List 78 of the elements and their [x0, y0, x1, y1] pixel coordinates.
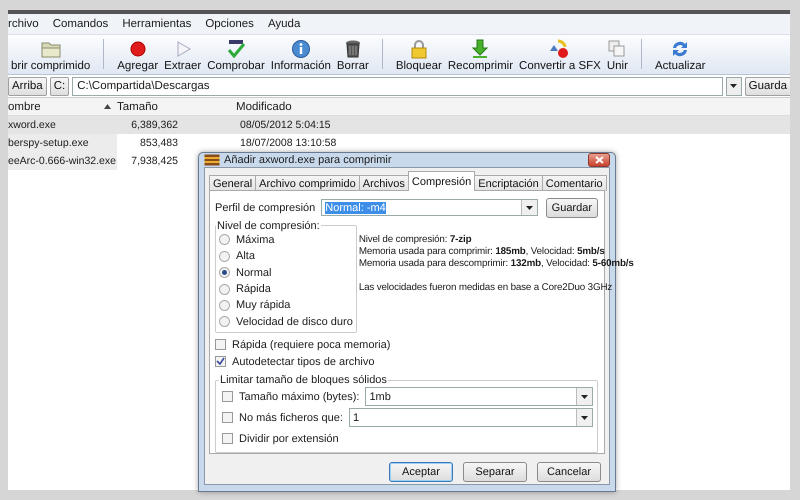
check-icon — [216, 357, 225, 366]
download-icon — [470, 39, 490, 59]
record-icon — [128, 39, 148, 59]
checkbox-option[interactable]: No más ficheros que: — [222, 409, 343, 426]
dialog-title: Añadir axword.exe para comprimir — [224, 154, 393, 166]
menu-item[interactable]: Ayuda — [268, 18, 308, 30]
caret-icon — [581, 394, 588, 398]
shapes-icon — [548, 39, 571, 59]
toolbar-button[interactable]: Agregar — [114, 39, 162, 72]
menu-item[interactable]: rchivo — [8, 18, 47, 30]
menu-item[interactable]: Opciones — [205, 18, 262, 30]
column-header[interactable]: Tamaño — [117, 100, 158, 112]
save-button[interactable]: Guardar — [546, 198, 598, 218]
value-dropdown[interactable]: 1 — [348, 408, 593, 427]
caret-icon — [581, 416, 588, 420]
tab[interactable]: General — [209, 175, 256, 191]
radio-option[interactable]: Máxima — [219, 232, 353, 248]
toolbar-button[interactable]: Recomprimir — [444, 39, 516, 72]
file-date: 18/07/2008 13:10:58 — [240, 137, 336, 149]
toolbar-button[interactable]: Bloquear — [392, 39, 445, 72]
checkbox-option[interactable]: Rápida (requiere poca memoria) — [215, 336, 598, 353]
info-text: Nivel de compresión: 7-zip — [358, 234, 472, 246]
tab[interactable]: Encriptación — [474, 175, 543, 191]
padlock-icon — [408, 39, 429, 59]
save-button[interactable]: Guarda — [744, 76, 790, 96]
info-text: Memoria usada para comprimir: 185mb, Velocidad: 5mb/s — [358, 246, 606, 258]
path-field[interactable]: C:\Compartida\Descargas — [72, 76, 723, 96]
file-date: 08/05/2012 5:04:15 — [240, 119, 331, 131]
caret-icon — [730, 84, 738, 88]
column-header[interactable]: Modificado — [236, 100, 292, 112]
dialog-button[interactable]: Cancelar — [537, 462, 601, 482]
file-row[interactable]: xword.exe 6,389,362 08/05/2012 5:04:15 — [8, 116, 790, 134]
close-button[interactable] — [588, 153, 610, 167]
file-name: xword.exe — [8, 119, 56, 131]
toolbar-button[interactable]: brir comprimido — [8, 39, 94, 72]
checkbox-option[interactable]: Dividir por extensión — [222, 430, 339, 447]
checkbox-option[interactable]: Autodetectar tipos de archivo — [215, 353, 598, 370]
radio-option[interactable]: Velocidad de disco duro — [219, 314, 353, 330]
toolbar-button[interactable]: Borrar — [334, 39, 372, 72]
file-name: eeArc-0.666-win32.exe — [8, 155, 116, 167]
up-button[interactable]: Arriba — [8, 76, 47, 96]
radio-option[interactable]: Alta — [219, 248, 353, 264]
radio-option[interactable]: Rápida — [219, 280, 353, 298]
field-label: Perfil de compresión — [215, 202, 316, 214]
group-title: Limitar tamaño de bloques sólidos — [219, 374, 388, 386]
group-title: Nivel de compresión: — [216, 220, 321, 232]
tab[interactable]: Archivos — [358, 175, 409, 191]
file-size: 6,389,362 — [131, 119, 178, 131]
dialog-button[interactable]: Aceptar — [389, 462, 453, 482]
toolbar-button[interactable]: Información — [268, 39, 334, 72]
file-size: 7,938,425 — [131, 155, 178, 167]
radio-option[interactable]: Muy rápida — [219, 297, 353, 314]
file-row[interactable]: berspy-setup.exe 853,483 18/07/2008 13:10:58 — [8, 134, 790, 152]
close-icon — [594, 156, 604, 164]
info-icon — [290, 39, 311, 59]
dialog-button[interactable]: Separar — [463, 462, 527, 482]
caret-icon — [526, 206, 533, 210]
value-dropdown[interactable]: 1mb — [365, 387, 593, 406]
tab[interactable]: Archivo comprimido — [255, 175, 360, 191]
toolbar-button[interactable]: Actualizar — [652, 39, 708, 72]
column-header[interactable]: ombre — [8, 100, 41, 112]
file-name: berspy-setup.exe — [8, 137, 89, 149]
toolbar-button[interactable]: Convertir a SFX — [516, 39, 604, 72]
copy-icon — [607, 39, 628, 59]
menu-item[interactable]: Herramientas — [122, 18, 200, 30]
menu-item[interactable]: Comandos — [52, 18, 116, 30]
tab[interactable]: Compresión — [408, 171, 476, 191]
drive-button[interactable]: C: — [50, 76, 70, 96]
dropdown-button[interactable] — [726, 76, 742, 96]
toolbar-button[interactable]: Extraer — [161, 39, 204, 72]
toolbar-button[interactable]: Unir — [604, 39, 631, 72]
tab[interactable]: Comentario — [542, 175, 607, 191]
checkbox-option[interactable]: Tamaño máximo (bytes): — [222, 388, 360, 405]
file-size: 853,483 — [140, 137, 178, 149]
radio-option[interactable]: Normal — [219, 264, 353, 281]
toolbar-button[interactable]: Comprobar — [204, 39, 268, 72]
archive-icon — [204, 154, 220, 166]
info-text: Las velocidades fueron medidas en base a Core2Duo 3GHz — [358, 282, 614, 294]
